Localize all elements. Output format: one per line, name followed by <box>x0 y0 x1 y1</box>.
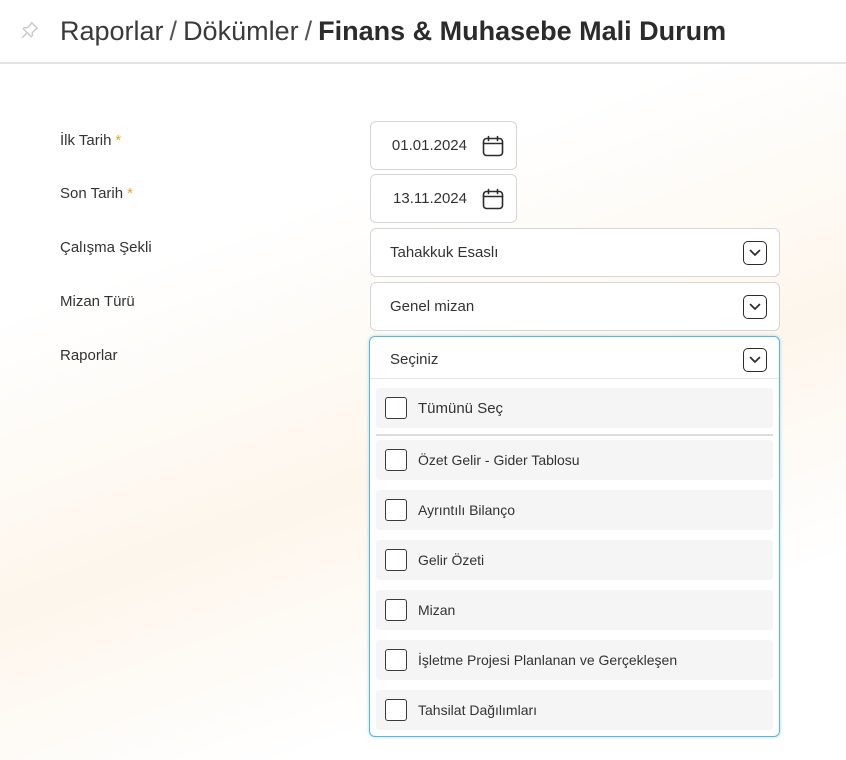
divider <box>376 434 773 436</box>
checkbox[interactable] <box>385 449 407 471</box>
checkbox[interactable] <box>385 699 407 721</box>
start-date-label-text: İlk Tarih <box>60 132 112 149</box>
page-title: Finans & Muhasebe Mali Durum <box>318 16 727 46</box>
checkbox[interactable] <box>385 549 407 571</box>
checkbox[interactable] <box>385 649 407 671</box>
option-label: Özet Gelir - Gider Tablosu <box>418 452 580 468</box>
option-tahsilat-dagilimlari[interactable]: Tahsilat Dağılımları <box>376 690 773 730</box>
page-header: Raporlar / Dökümler / Finans & Muhasebe Mali… <box>0 0 846 64</box>
option-label: Tahsilat Dağılımları <box>418 702 538 718</box>
work-type-label: Çalışma Şekli <box>60 239 152 256</box>
reports-placeholder: Seçiniz <box>390 351 439 368</box>
checkbox[interactable] <box>385 499 407 521</box>
start-date-label: İlk Tarih * <box>60 132 121 149</box>
calendar-icon[interactable] <box>481 187 505 211</box>
breadcrumb-separator: / <box>169 16 178 46</box>
calendar-icon[interactable] <box>481 134 505 158</box>
start-date-value: 01.01.2024 <box>391 137 467 154</box>
reports-label: Raporlar <box>60 347 118 364</box>
option-ozet-gelir-gider[interactable]: Özet Gelir - Gider Tablosu <box>376 440 773 480</box>
option-label: Ayrıntılı Bilanço <box>418 502 516 518</box>
mizan-type-label: Mizan Türü <box>60 293 135 310</box>
option-label: Tümünü Seç <box>418 399 504 417</box>
option-gelir-ozeti[interactable]: Gelir Özeti <box>376 540 773 580</box>
chevron-down-icon[interactable] <box>743 348 767 372</box>
required-mark: * <box>115 132 122 149</box>
work-type-select[interactable]: Tahakkuk Esaslı <box>370 228 780 277</box>
required-mark: * <box>127 185 133 202</box>
option-label: Mizan <box>418 602 456 618</box>
chevron-down-icon[interactable] <box>743 295 767 319</box>
option-ayrintili-bilanco[interactable]: Ayrıntılı Bilanço <box>376 490 773 530</box>
reports-multiselect[interactable]: Seçiniz Tümünü Seç Özet Gelir - Gider Ta… <box>369 336 780 737</box>
checkbox[interactable] <box>385 397 407 419</box>
checkbox[interactable] <box>385 599 407 621</box>
option-label: Gelir Özeti <box>418 552 485 568</box>
start-date-input[interactable]: 01.01.2024 <box>370 121 517 170</box>
breadcrumb-item-dokumler[interactable]: Dökümler <box>183 16 299 46</box>
end-date-label: Son Tarih * <box>60 185 133 202</box>
breadcrumb: Raporlar / Dökümler / Finans & Muhasebe Mali… <box>60 14 726 48</box>
end-date-label-text: Son Tarih <box>60 185 124 202</box>
end-date-value: 13.11.2024 <box>393 190 467 207</box>
breadcrumb-item-raporlar[interactable]: Raporlar <box>60 16 164 46</box>
option-select-all[interactable]: Tümünü Seç <box>376 388 773 428</box>
reports-select-header[interactable]: Seçiniz <box>370 337 779 379</box>
chevron-down-icon[interactable] <box>743 241 767 265</box>
mizan-type-value: Genel mizan <box>390 298 475 315</box>
option-label: İşletme Projesi Planlanan ve Gerçekleşen <box>418 652 678 668</box>
breadcrumb-separator: / <box>304 16 313 46</box>
work-type-value: Tahakkuk Esaslı <box>390 244 499 261</box>
option-mizan[interactable]: Mizan <box>376 590 773 630</box>
pin-icon[interactable] <box>20 20 40 40</box>
mizan-type-select[interactable]: Genel mizan <box>370 282 780 331</box>
end-date-input[interactable]: 13.11.2024 <box>370 174 517 223</box>
option-isletme-projesi[interactable]: İşletme Projesi Planlanan ve Gerçekleşen <box>376 640 773 680</box>
